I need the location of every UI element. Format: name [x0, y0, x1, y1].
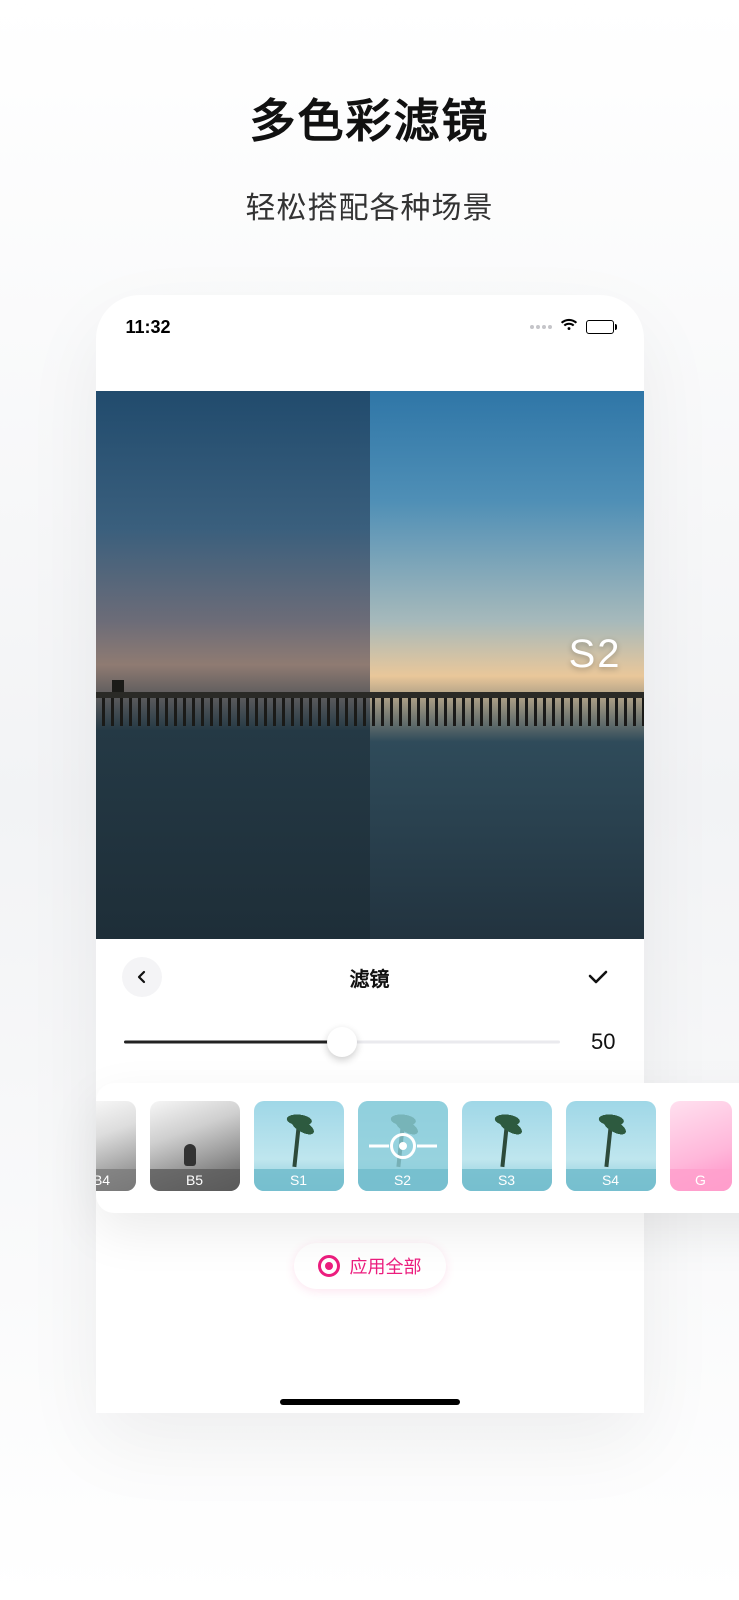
check-icon — [588, 970, 608, 984]
slider-value: 50 — [576, 1029, 616, 1055]
filter-thumb-s1[interactable]: S1 — [254, 1101, 344, 1191]
preview-original-side — [96, 391, 370, 939]
filter-thumb-label: G — [670, 1169, 732, 1191]
filter-thumb-b5[interactable]: B5 — [150, 1101, 240, 1191]
filter-thumb-label: S2 — [358, 1169, 448, 1191]
slider-thumb[interactable] — [327, 1027, 357, 1057]
filter-thumb-label: S4 — [566, 1169, 656, 1191]
toolbar-title: 滤镜 — [350, 963, 390, 992]
back-button[interactable] — [122, 957, 162, 997]
phone-frame: 11:32 S2 滤镜 50 — [96, 295, 644, 1413]
intensity-slider[interactable] — [124, 1027, 560, 1057]
apply-all-label: 应用全部 — [350, 1253, 422, 1279]
filter-thumb-s3[interactable]: S3 — [462, 1101, 552, 1191]
filter-thumb-g[interactable]: G — [670, 1101, 732, 1191]
intensity-slider-row: 50 — [96, 1009, 644, 1069]
promo-subtitle: 轻松搭配各种场景 — [246, 183, 494, 227]
battery-icon — [586, 320, 614, 334]
status-bar: 11:32 — [96, 295, 644, 351]
filter-thumb-s4[interactable]: S4 — [566, 1101, 656, 1191]
promo-header: 多色彩滤镜 轻松搭配各种场景 — [246, 85, 494, 227]
editor-toolbar: 滤镜 — [96, 939, 644, 1009]
wifi-icon — [560, 318, 578, 337]
image-preview[interactable]: S2 — [96, 391, 644, 939]
status-time: 11:32 — [126, 317, 171, 338]
confirm-button[interactable] — [578, 957, 618, 997]
filter-thumb-label: B4 — [96, 1169, 136, 1191]
home-indicator[interactable] — [280, 1399, 460, 1405]
filter-thumb-label: B5 — [150, 1169, 240, 1191]
filter-thumb-label: S3 — [462, 1169, 552, 1191]
active-filter-label: S2 — [569, 632, 622, 677]
preview-scene-pier — [96, 692, 644, 726]
promo-title: 多色彩滤镜 — [246, 85, 494, 151]
chevron-left-icon — [135, 970, 149, 984]
cellular-dots-icon — [530, 325, 552, 329]
filter-thumbnail-strip[interactable]: B4 B5 S1 S2 S3 — [96, 1083, 739, 1213]
filter-thumb-label: S1 — [254, 1169, 344, 1191]
focus-icon — [390, 1133, 416, 1159]
record-dot-icon — [318, 1255, 340, 1277]
filter-thumb-s2[interactable]: S2 — [358, 1101, 448, 1191]
status-icons — [530, 318, 614, 337]
filter-thumb-b4[interactable]: B4 — [96, 1101, 136, 1191]
slider-fill — [124, 1041, 342, 1044]
apply-all-button[interactable]: 应用全部 — [294, 1243, 446, 1289]
